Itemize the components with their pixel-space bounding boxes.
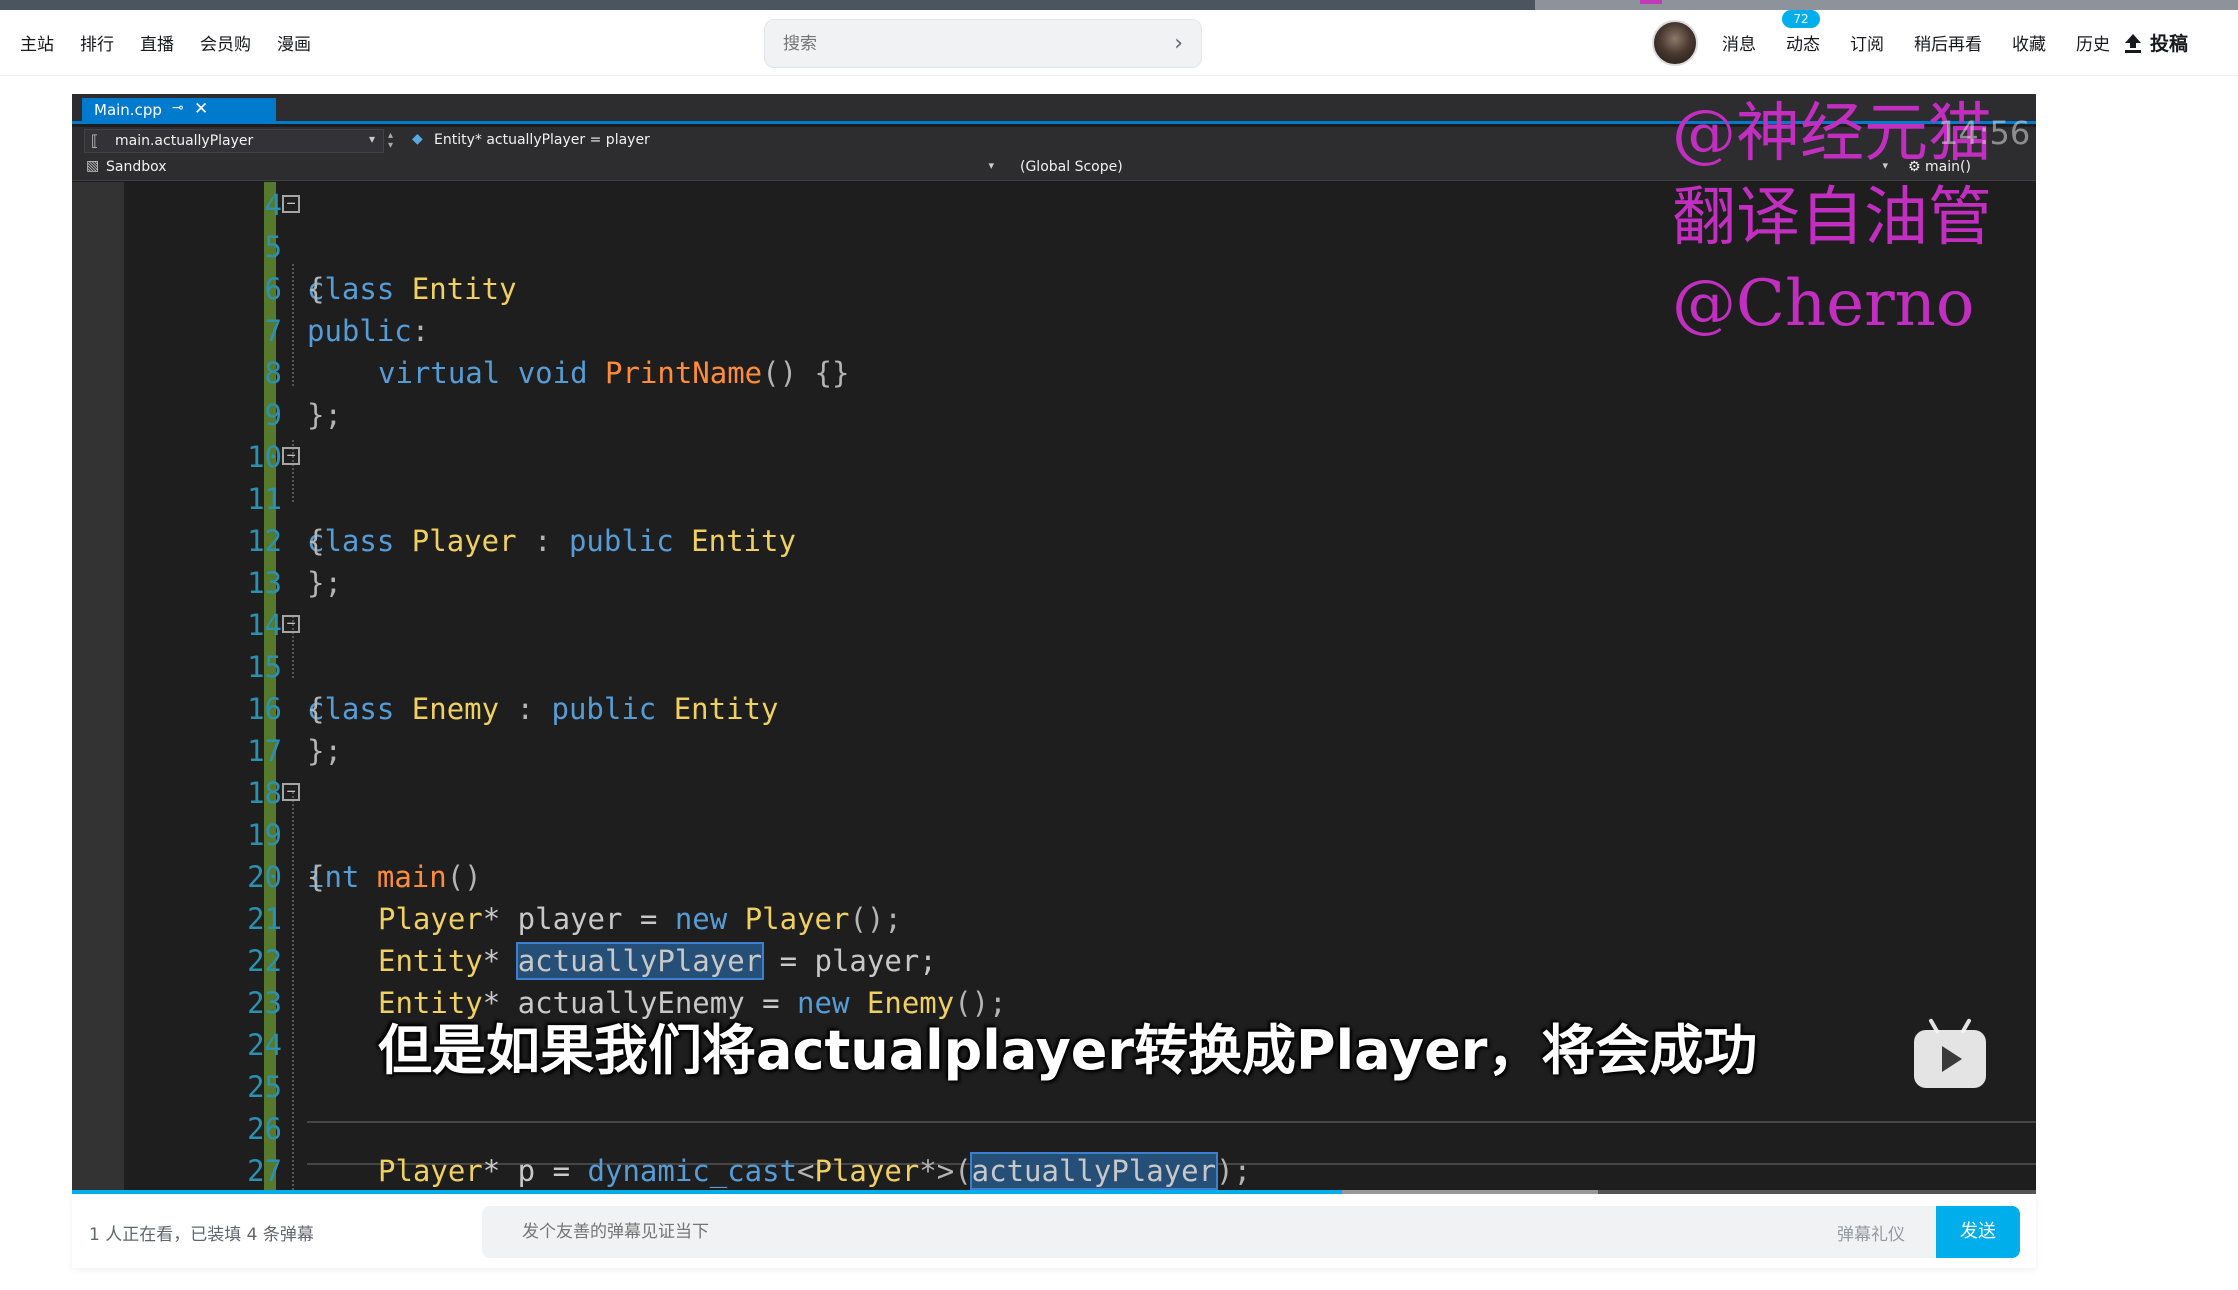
danmaku-etiquette-link[interactable]: 弹幕礼仪 xyxy=(1837,1220,1905,1245)
code-line: }; xyxy=(307,566,342,600)
variable-icon: ◆ xyxy=(412,131,423,147)
nav-live[interactable]: 直播 xyxy=(140,30,174,55)
nav-member-shop[interactable]: 会员购 xyxy=(200,30,251,55)
spin-arrows-icon: ▴ ▾ xyxy=(388,130,394,151)
nav-messages[interactable]: 消息 xyxy=(1722,30,1756,55)
chevron-right-icon[interactable]: › xyxy=(1174,31,1183,56)
close-icon: ✕ xyxy=(194,99,209,119)
line-number: 25 xyxy=(247,1070,282,1104)
upload-label: 投稿 xyxy=(2150,33,2189,55)
upload-button[interactable]: 投稿 xyxy=(2124,29,2188,56)
code-line: Entity* actuallyPlayer = player; xyxy=(378,942,937,980)
nav-dynamic[interactable]: 动态 xyxy=(1786,30,1820,55)
nav-left: 主站 排行 直播 会员购 漫画 xyxy=(20,30,311,55)
highlighted-identifier: actuallyPlayer xyxy=(969,1152,1219,1190)
fold-minus-icon[interactable]: − xyxy=(282,447,300,465)
search-box: › xyxy=(764,19,1202,68)
search-input[interactable] xyxy=(783,30,1143,58)
nav-watch-later[interactable]: 稍后再看 xyxy=(1914,30,1982,55)
fold-minus-icon[interactable]: − xyxy=(282,195,300,213)
member-icon: ⟦ xyxy=(91,132,99,150)
site-header: 主站 排行 直播 会员购 漫画 › 消息 动态 订阅 稍后再看 收藏 历史 72… xyxy=(0,10,2238,76)
nav-history[interactable]: 历史 xyxy=(2076,30,2110,55)
code-line: { xyxy=(307,860,325,894)
danmaku-bar: 1 人正在看，已装填 4 条弹幕 弹幕礼仪 发送 xyxy=(72,1194,2036,1268)
send-button[interactable]: 发送 xyxy=(1936,1206,2020,1258)
project-icon: ▧ xyxy=(86,158,100,174)
context-label: Entity* actuallyPlayer = player xyxy=(434,132,650,148)
code-line: }; xyxy=(307,398,342,432)
tab-main-cpp: Main.cpp ⊸ ✕ xyxy=(82,98,276,124)
dropdown-arrow-icon: ▾ xyxy=(368,132,375,146)
code-line: − class Player : public Entity xyxy=(72,436,2036,558)
nav-manga[interactable]: 漫画 xyxy=(277,30,311,55)
video-player[interactable]: Main.cpp ⊸ ✕ ⟦ main.actuallyPlayer ▾ ▴ ▾ … xyxy=(72,94,2036,1194)
upload-icon xyxy=(2125,33,2141,53)
danmaku-input[interactable] xyxy=(522,1218,1522,1246)
nav-home[interactable]: 主站 xyxy=(20,30,54,55)
member-label: main.actuallyPlayer xyxy=(115,133,254,149)
bilibili-tv-icon xyxy=(1914,1030,1986,1088)
tab-label: Main.cpp xyxy=(94,101,162,119)
nav-ranking[interactable]: 排行 xyxy=(80,30,114,55)
fold-minus-icon[interactable]: − xyxy=(282,783,300,801)
top-strip-accent xyxy=(1640,0,1662,4)
line-number: 24 xyxy=(247,1028,282,1062)
code-line: { xyxy=(307,692,325,726)
code-line: Entity* actuallyEnemy = new Enemy(); xyxy=(378,986,1007,1020)
avatar[interactable] xyxy=(1652,20,1698,66)
danmaku-input-box xyxy=(482,1206,1942,1258)
nav-favorites[interactable]: 收藏 xyxy=(2012,30,2046,55)
project-label: Sandbox xyxy=(106,159,167,175)
video-timestamp: 14:56 xyxy=(1938,114,2031,152)
dropdown-arrow-icon: ▾ xyxy=(988,159,994,172)
code-line: Player* player = new Player(); xyxy=(378,902,902,936)
viewer-status: 1 人正在看，已装填 4 条弹幕 xyxy=(89,1225,314,1245)
code-line: − class Enemy : public Entity xyxy=(72,604,2036,726)
member-dropdown: ⟦ main.actuallyPlayer ▾ xyxy=(84,129,384,153)
watermark-line-3: @Cherno xyxy=(1672,267,1975,341)
code-line: Player* p = dynamic_cast<Player*>(actual… xyxy=(378,1152,1252,1190)
dynamic-count-badge: 72 xyxy=(1782,10,1820,28)
nav-right: 消息 动态 订阅 稍后再看 收藏 历史 xyxy=(1722,30,2110,55)
nav-subscriptions[interactable]: 订阅 xyxy=(1850,30,1884,55)
pin-icon: ⊸ xyxy=(172,100,184,116)
watermark-line-2: 翻译自油管 xyxy=(1672,181,1992,255)
code-line: − int main() xyxy=(72,772,2036,894)
fold-minus-icon[interactable]: − xyxy=(282,615,300,633)
subtitle: 但是如果我们将actualplayer转换成Player，将会成功 xyxy=(378,1019,1758,1082)
project-dropdown: ▧ Sandbox ▾ xyxy=(84,157,994,179)
code-line: }; xyxy=(307,734,342,768)
code-line: { xyxy=(307,524,325,558)
top-strip xyxy=(0,0,2238,10)
scope-label: (Global Scope) xyxy=(1020,159,1123,175)
